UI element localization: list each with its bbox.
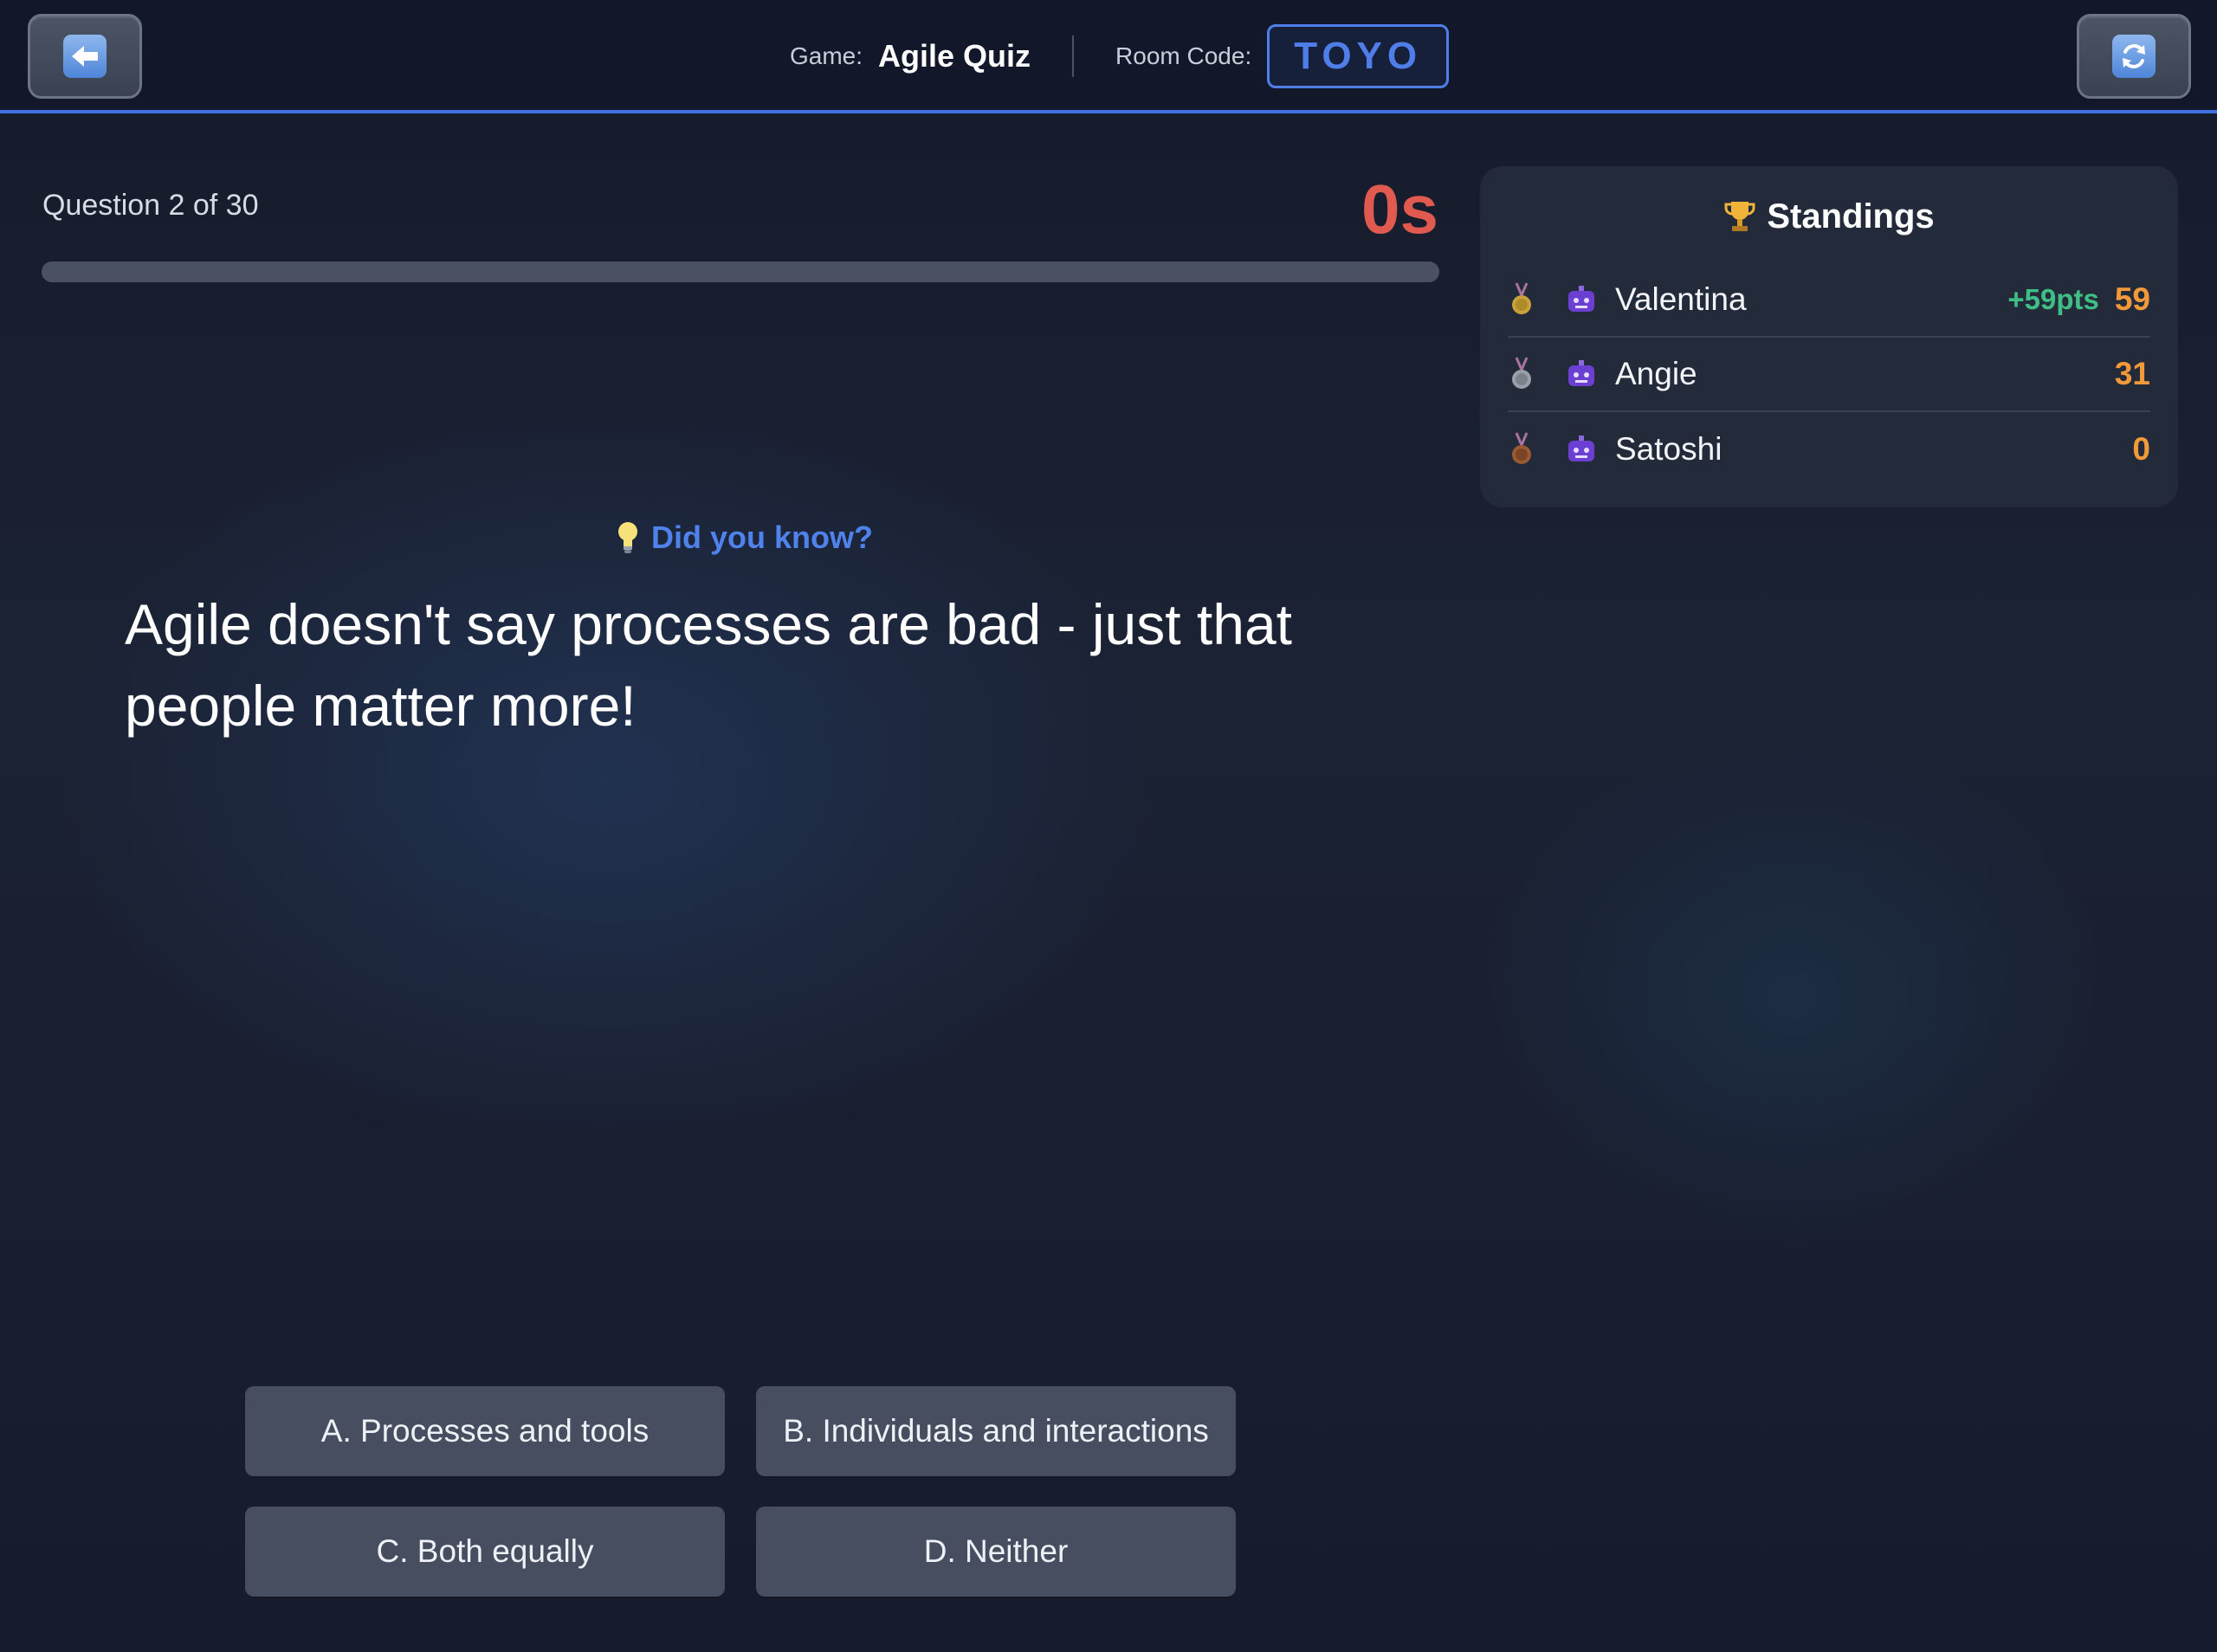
answer-grid: A. Processes and tools B. Individuals an… [245, 1386, 1236, 1597]
countdown-timer: 0s [1361, 171, 1438, 248]
question-counter: Question 2 of 30 [42, 189, 259, 222]
question-progress-bar [42, 261, 1439, 282]
silver-medal-icon [1512, 357, 1531, 389]
standings-row: Valentina +59pts 59 [1508, 263, 2150, 338]
robot-avatar-icon [1568, 436, 1594, 461]
trophy-icon [1724, 202, 1755, 231]
did-you-know-heading: Did you know? [617, 519, 873, 556]
answer-option-c[interactable]: C. Both equally [245, 1507, 725, 1597]
answer-option-b[interactable]: B. Individuals and interactions [756, 1386, 1236, 1476]
answer-option-a[interactable]: A. Processes and tools [245, 1386, 725, 1476]
header-info: Game: Agile Quiz Room Code: TOYO [790, 23, 1450, 90]
top-bar: Game: Agile Quiz Room Code: TOYO [0, 0, 2217, 113]
answer-option-d[interactable]: D. Neither [756, 1507, 1236, 1597]
standings-panel: Standings Valentina +59pts 59 Angie 31 S… [1480, 166, 2178, 507]
player-name: Satoshi [1615, 431, 1723, 467]
gold-medal-icon [1512, 282, 1531, 314]
room-code-badge: TOYO [1267, 24, 1450, 88]
points-delta: +59pts [2007, 283, 2099, 315]
standings-header: Standings [1508, 166, 2150, 263]
back-button[interactable] [28, 14, 142, 99]
robot-avatar-icon [1568, 286, 1594, 312]
game-label: Game: [790, 42, 863, 69]
standings-row: Angie 31 [1508, 338, 2150, 412]
game-name: Agile Quiz [878, 38, 1031, 74]
back-arrow-icon [63, 35, 107, 78]
refresh-button[interactable] [2077, 14, 2191, 99]
player-score: 59 [2114, 281, 2150, 317]
player-name: Angie [1615, 356, 1697, 391]
room-code-label: Room Code: [1115, 42, 1252, 69]
player-score: 31 [2114, 356, 2150, 391]
header-divider [1072, 35, 1075, 77]
refresh-icon [2112, 35, 2156, 78]
robot-avatar-icon [1568, 360, 1594, 386]
standings-row: Satoshi 0 [1508, 412, 2150, 487]
fact-text: Agile doesn't say processes are bad - ju… [125, 592, 1293, 738]
did-you-know-text: Did you know? [651, 519, 873, 555]
player-score: 0 [2132, 431, 2150, 467]
bronze-medal-icon [1512, 432, 1531, 464]
player-name: Valentina [1615, 281, 1747, 317]
standings-title: Standings [1767, 197, 1935, 236]
lightbulb-icon [618, 522, 637, 553]
